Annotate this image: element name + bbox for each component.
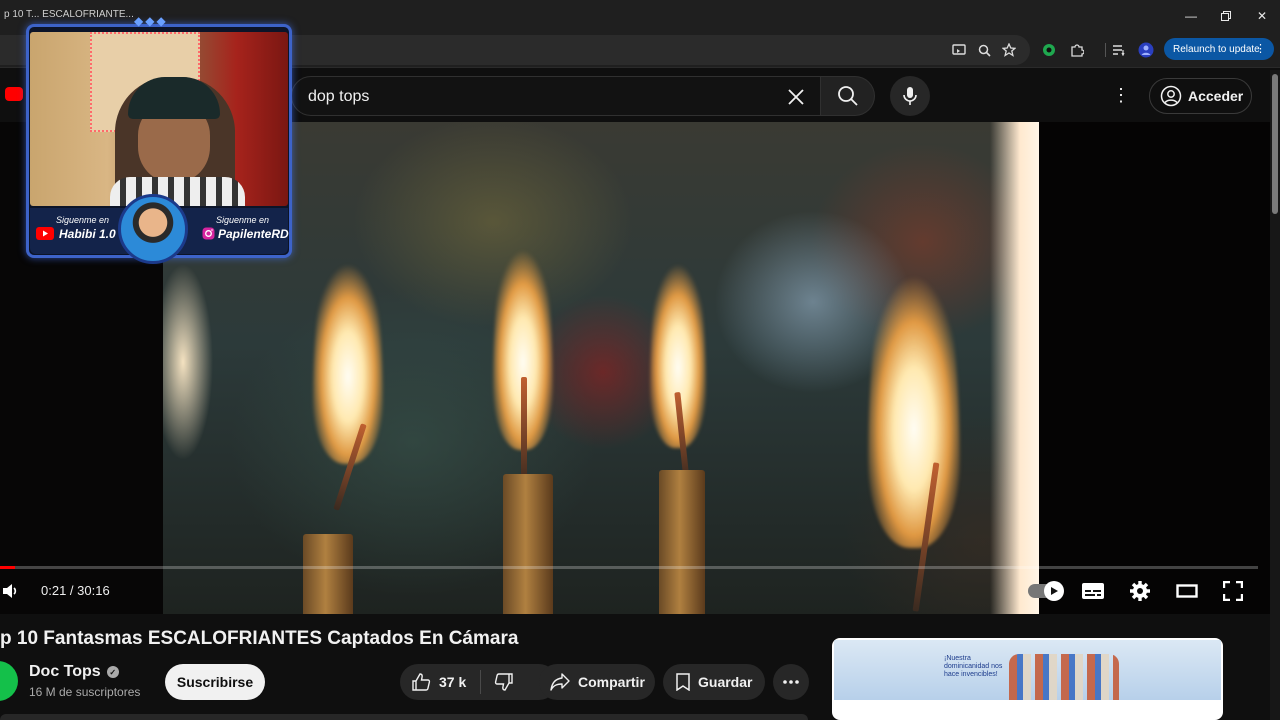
search-query: dop tops	[308, 88, 370, 105]
webcam-feed	[30, 32, 288, 206]
letterbox-right	[1039, 122, 1270, 614]
time-separator: /	[66, 583, 78, 598]
bookmark-icon	[676, 673, 690, 691]
subscribe-button[interactable]: Suscribirse	[165, 664, 265, 700]
ad-image	[1009, 654, 1119, 700]
time-total: 30:16	[77, 583, 110, 598]
video-frame[interactable]	[163, 122, 1039, 614]
cast-icon[interactable]	[950, 41, 968, 59]
restore-icon[interactable]	[1211, 6, 1241, 26]
more-horizontal-icon	[783, 680, 799, 684]
left-social-label: Siguenme en	[56, 215, 110, 225]
time-display: 0:21 / 30:16	[41, 583, 110, 598]
share-icon	[550, 673, 570, 691]
fullscreen-icon[interactable]	[1220, 578, 1246, 604]
microphone-icon	[903, 87, 917, 105]
relaunch-label: Relaunch to update	[1173, 43, 1260, 55]
window-light	[990, 122, 1039, 614]
instagram-icon	[202, 227, 215, 240]
channel-name-row[interactable]: Doc Tops ✓	[29, 663, 119, 681]
candle-flame	[868, 208, 960, 548]
right-social-handle: PapilenteRD	[218, 227, 289, 241]
candle-wick	[521, 377, 527, 487]
more-actions-button[interactable]	[773, 664, 809, 700]
settings-gear-icon[interactable]	[1127, 578, 1153, 604]
account-icon	[1160, 85, 1182, 107]
frame-ornament: ◆◆◆	[134, 14, 168, 28]
play-icon	[1051, 587, 1058, 595]
video-title: p 10 Fantasmas ESCALOFRIANTES Captados E…	[0, 628, 519, 649]
zoom-icon[interactable]	[975, 41, 993, 59]
verified-icon: ✓	[106, 666, 119, 678]
kebab-icon: ⋮	[1255, 43, 1266, 55]
scrollbar-thumb[interactable]	[1272, 74, 1278, 214]
share-button[interactable]: Compartir	[539, 664, 655, 700]
autoplay-knob	[1044, 581, 1064, 601]
streamer-webcam-overlay: ◆◆◆ Siguenme en Habibi 1.0 Siguenme en P…	[8, 10, 294, 264]
subscriber-count: 16 M de suscriptores	[29, 685, 141, 699]
settings-menu-button[interactable]: ⋮	[1108, 82, 1134, 108]
candle-glow	[163, 232, 223, 492]
time-current: 0:21	[41, 583, 67, 598]
left-social-handle: Habibi 1.0	[59, 227, 116, 241]
candle	[303, 534, 353, 614]
voice-search-button[interactable]	[890, 76, 930, 116]
candle-flame	[313, 214, 383, 464]
youtube-icon	[36, 227, 54, 240]
ad-banner[interactable]: ¡Nuestra dominicanidad nos hace invencib…	[834, 640, 1221, 700]
save-label: Guardar	[698, 674, 753, 690]
search-icon	[837, 86, 858, 106]
subtitles-icon[interactable]	[1080, 578, 1106, 604]
search-button[interactable]	[821, 76, 875, 116]
like-button[interactable]: 37 k	[400, 672, 480, 692]
dislike-button[interactable]	[481, 672, 527, 692]
relaunch-button[interactable]: Relaunch to update ⋮	[1164, 38, 1274, 60]
ad-text: ¡Nuestra dominicanidad nos hace invencib…	[944, 655, 1003, 678]
progress-bar[interactable]	[0, 566, 1258, 569]
candle	[659, 470, 705, 614]
autoplay-toggle[interactable]	[1028, 581, 1064, 601]
profile-icon[interactable]	[1137, 41, 1155, 59]
thumbs-up-icon	[412, 673, 431, 691]
media-queue-icon[interactable]	[1110, 41, 1128, 59]
page-scrollbar[interactable]	[1270, 70, 1280, 720]
progress-fill	[0, 566, 15, 569]
channel-name[interactable]: Doc Tops	[29, 663, 101, 681]
like-dislike-group: 37 k	[400, 664, 557, 700]
ad-card[interactable]: ¡Nuestra dominicanidad nos hace invencib…	[832, 638, 1223, 720]
volume-icon[interactable]	[0, 578, 24, 604]
bookmark-star-icon[interactable]	[1000, 41, 1018, 59]
right-social-label: Siguenme en	[216, 215, 270, 225]
description-box[interactable]	[0, 714, 808, 720]
candle	[503, 474, 553, 614]
like-count: 37 k	[439, 674, 467, 690]
puzzle-icon[interactable]	[1068, 41, 1086, 59]
search-input[interactable]: dop tops	[291, 76, 821, 116]
clear-search-icon[interactable]	[784, 85, 808, 109]
theater-mode-icon[interactable]	[1174, 578, 1200, 604]
signin-button[interactable]: Acceder	[1149, 78, 1252, 114]
extension-green-icon[interactable]	[1040, 41, 1058, 59]
save-button[interactable]: Guardar	[663, 664, 765, 700]
signin-label: Acceder	[1188, 88, 1244, 104]
cartoon-avatar	[118, 194, 188, 264]
close-icon[interactable]: ✕	[1247, 6, 1277, 26]
channel-avatar[interactable]	[0, 661, 18, 701]
share-label: Compartir	[578, 674, 645, 690]
thumbs-down-icon	[494, 673, 513, 691]
minimize-icon[interactable]: —	[1176, 6, 1206, 26]
